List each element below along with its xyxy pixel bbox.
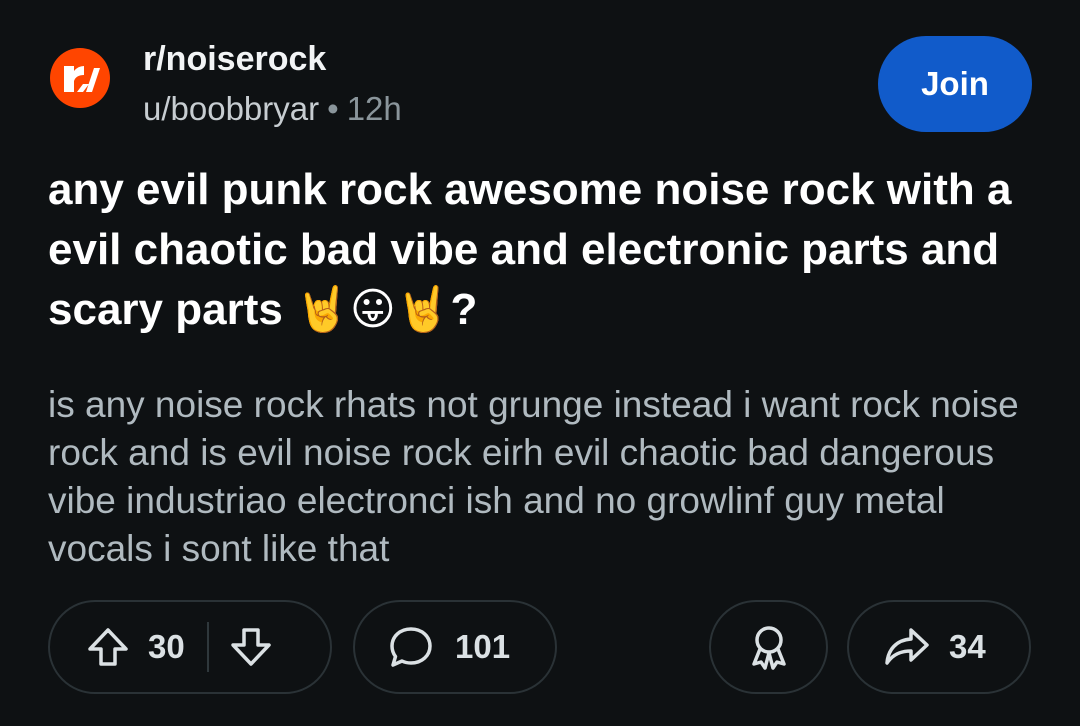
meta-separator: •	[327, 90, 339, 127]
comment-icon	[390, 627, 432, 667]
subreddit-logo-icon	[64, 66, 100, 92]
post-time: 12h	[346, 90, 402, 127]
comment-count: 101	[455, 628, 511, 665]
share-count: 34	[949, 628, 986, 665]
vote-control: 30	[48, 600, 332, 694]
post-title[interactable]: any evil punk rock awesome noise rock wi…	[48, 160, 1038, 340]
post-action-bar: 30 101 34	[48, 600, 1032, 698]
comments-button[interactable]: 101	[353, 600, 557, 694]
upvote-button[interactable]	[86, 625, 130, 669]
award-icon	[751, 626, 786, 670]
share-icon	[885, 628, 929, 665]
post-meta: u/boobbryar • 12h	[143, 90, 402, 128]
subreddit-name[interactable]: r/noiserock	[143, 40, 326, 79]
post-header: r/noiserock u/boobbryar • 12h Join	[48, 36, 1032, 136]
downvote-icon	[230, 628, 271, 666]
vote-divider	[206, 622, 209, 672]
upvote-icon	[88, 628, 128, 666]
subreddit-avatar[interactable]	[50, 48, 110, 108]
post-body[interactable]: is any noise rock rhats not grunge inste…	[48, 381, 1048, 573]
author-name[interactable]: u/boobbryar	[143, 90, 319, 127]
join-button[interactable]: Join	[878, 36, 1032, 132]
upvote-count: 30	[148, 628, 185, 665]
share-button[interactable]: 34	[847, 600, 1031, 694]
downvote-button[interactable]	[229, 625, 273, 669]
award-button[interactable]	[709, 600, 828, 694]
